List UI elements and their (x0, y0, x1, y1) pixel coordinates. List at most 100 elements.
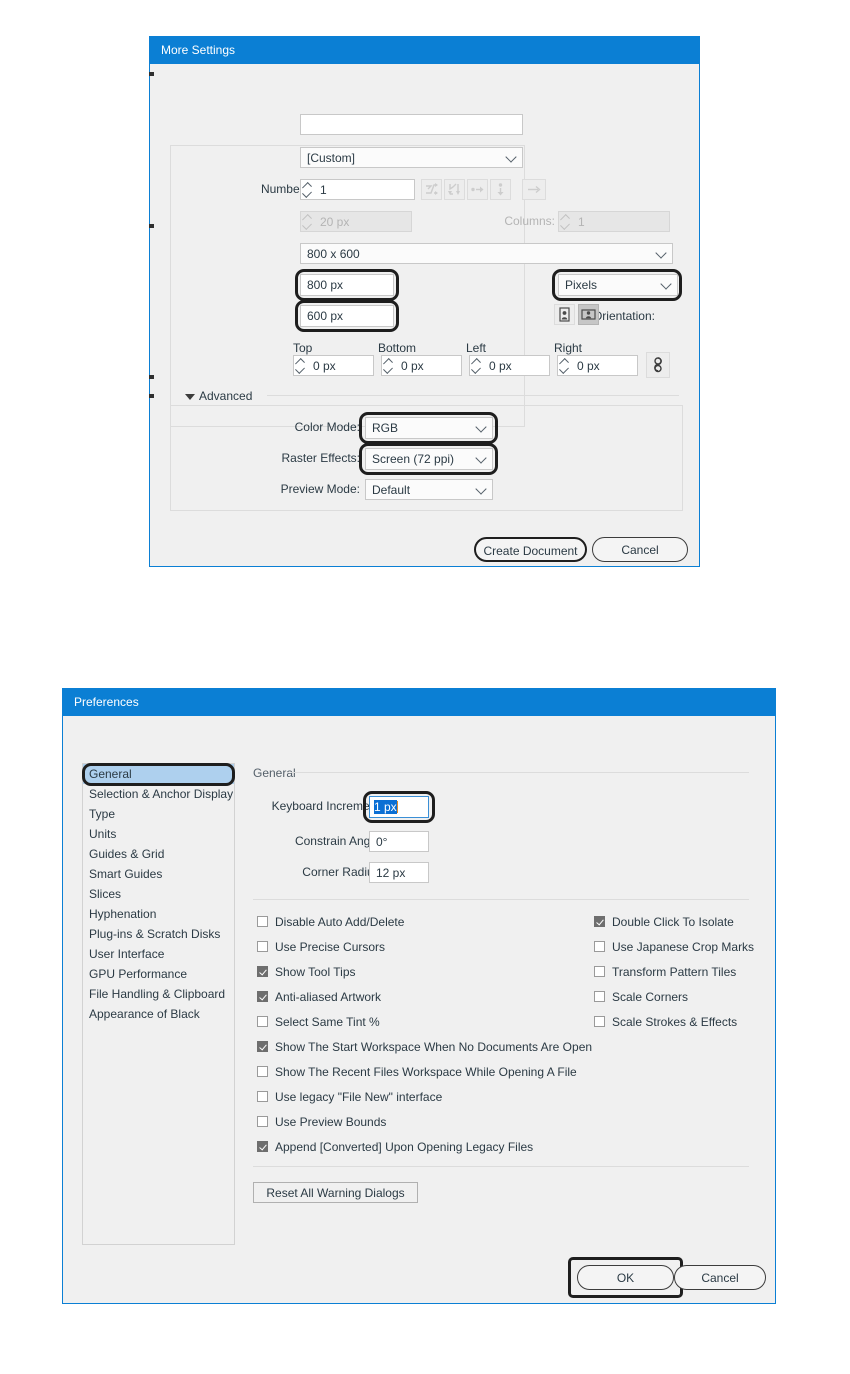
chevron-down-icon (475, 482, 487, 495)
bleed-bottom-stepper[interactable] (382, 355, 395, 377)
columns-stepper (559, 211, 572, 233)
reset-all-warning-dialogs-button[interactable]: Reset All Warning Dialogs (253, 1182, 418, 1203)
sidebar-item-hyphenation[interactable]: Hyphenation (83, 904, 234, 924)
sidebar-item-slices[interactable]: Slices (83, 884, 234, 904)
arrow-right-dot-glyph (471, 186, 484, 193)
edge-artifact (149, 224, 154, 228)
checkbox-unchecked-icon[interactable] (257, 1066, 268, 1077)
bleed-top-stepper[interactable] (294, 355, 307, 377)
preferences-cancel-button[interactable]: Cancel (674, 1265, 766, 1290)
section-divider-bottom (253, 1166, 749, 1167)
checkbox-checked-icon[interactable] (257, 1141, 268, 1152)
preferences-title: Preferences (74, 695, 139, 709)
checkbox-checked-icon[interactable] (257, 1041, 268, 1052)
grid-columns-glyph (448, 183, 460, 195)
checkbox-row[interactable]: Show The Start Workspace When No Documen… (257, 1040, 592, 1054)
checkbox-unchecked-icon[interactable] (594, 966, 605, 977)
checkbox-row[interactable]: Show Tool Tips (257, 965, 356, 979)
checkbox-row[interactable]: Show The Recent Files Workspace While Op… (257, 1065, 577, 1079)
checkbox-unchecked-icon[interactable] (594, 941, 605, 952)
section-divider-top (253, 899, 749, 900)
ok-button[interactable]: OK (577, 1265, 674, 1290)
checkbox-label: Disable Auto Add/Delete (275, 915, 405, 929)
chevron-down-icon (505, 150, 517, 163)
checkbox-label: Use legacy "File New" interface (275, 1090, 443, 1104)
create-document-button[interactable]: Create Document (474, 537, 587, 562)
checkbox-row[interactable]: Scale Corners (594, 990, 688, 1004)
disclosure-triangle-icon[interactable] (185, 394, 195, 400)
artboards-stepper[interactable] (301, 179, 314, 201)
preferences-body: General Selection & Anchor Display Type Uni… (63, 716, 775, 1304)
raster-effects-select[interactable]: Screen (72 ppi) (365, 448, 493, 470)
cancel-button[interactable]: Cancel (592, 537, 688, 562)
checkbox-label: Scale Corners (612, 990, 689, 1004)
color-mode-label: Color Mode: (294, 420, 360, 434)
corner-radius-input[interactable]: 12 px (369, 862, 429, 883)
checkbox-unchecked-icon[interactable] (257, 1116, 268, 1127)
checkbox-label: Use Preview Bounds (275, 1115, 387, 1129)
checkbox-row[interactable]: Double Click To Isolate (594, 915, 734, 929)
arrange-by-row-icon[interactable] (467, 179, 488, 200)
bleed-left-stepper[interactable] (470, 355, 483, 377)
height-input[interactable]: 600 px (300, 305, 394, 327)
preferences-dialog: Preferences General Selection & Anchor Di… (62, 688, 776, 1304)
sidebar-item-user-interface[interactable]: User Interface (83, 944, 234, 964)
preview-mode-label: Preview Mode: (280, 482, 360, 496)
number-of-artboards-input[interactable]: 1 (300, 179, 415, 200)
sidebar-item-gpu-performance[interactable]: GPU Performance (83, 964, 234, 984)
checkbox-row[interactable]: Scale Strokes & Effects (594, 1015, 737, 1029)
checkbox-label: Anti-aliased Artwork (275, 990, 382, 1004)
bleed-right-stepper[interactable] (558, 355, 571, 377)
keyboard-increment-input[interactable]: 1 px (369, 796, 429, 818)
color-mode-select[interactable]: RGB (365, 417, 493, 439)
checkbox-row[interactable]: Append [Converted] Upon Opening Legacy F… (257, 1140, 533, 1154)
checkbox-unchecked-icon[interactable] (257, 941, 268, 952)
checkbox-row[interactable]: Disable Auto Add/Delete (257, 915, 404, 929)
preferences-titlebar: Preferences (63, 689, 775, 716)
checkbox-row[interactable]: Use Preview Bounds (257, 1115, 386, 1129)
checkbox-row[interactable]: Use legacy "File New" interface (257, 1090, 442, 1104)
sidebar-item-file-handling-clipboard[interactable]: File Handling & Clipboard (83, 984, 234, 1004)
checkbox-checked-icon[interactable] (257, 966, 268, 977)
profile-select[interactable]: [Custom] (300, 147, 523, 168)
width-input[interactable]: 800 px (300, 274, 394, 296)
arrange-by-column-icon[interactable] (490, 179, 511, 200)
sidebar-item-general[interactable]: General (83, 764, 234, 784)
units-select[interactable]: Pixels (558, 274, 678, 296)
name-input[interactable] (300, 114, 523, 135)
artboard-grid-rows-icon[interactable] (421, 179, 442, 200)
sidebar-item-appearance-of-black[interactable]: Appearance of Black (83, 1004, 234, 1024)
checkbox-row[interactable]: Select Same Tint % (257, 1015, 380, 1029)
checkbox-checked-icon[interactable] (257, 991, 268, 1002)
checkbox-row[interactable]: Anti-aliased Artwork (257, 990, 381, 1004)
checkbox-row[interactable]: Use Precise Cursors (257, 940, 385, 954)
checkbox-label: Show The Recent Files Workspace While Op… (275, 1065, 577, 1079)
checkbox-row[interactable]: Transform Pattern Tiles (594, 965, 736, 979)
checkbox-checked-icon[interactable] (594, 916, 605, 927)
checkbox-unchecked-icon[interactable] (257, 1016, 268, 1027)
checkbox-unchecked-icon[interactable] (257, 916, 268, 927)
checkbox-label: Append [Converted] Upon Opening Legacy F… (275, 1140, 534, 1154)
landscape-glyph (581, 309, 596, 320)
arrange-direction-icon[interactable] (522, 179, 546, 200)
artboard-grid-columns-icon[interactable] (444, 179, 465, 200)
more-settings-titlebar: More Settings (150, 37, 699, 64)
edge-artifact (149, 375, 154, 379)
checkbox-unchecked-icon[interactable] (594, 991, 605, 1002)
panel-title-divider (291, 772, 749, 773)
preview-mode-select[interactable]: Default (365, 479, 493, 500)
checkbox-unchecked-icon[interactable] (594, 1016, 605, 1027)
bleed-link-icon[interactable] (646, 352, 670, 378)
checkbox-label: Double Click To Isolate (612, 915, 734, 929)
checkbox-row[interactable]: Use Japanese Crop Marks (594, 940, 754, 954)
orientation-portrait-icon[interactable] (554, 304, 575, 325)
advanced-divider (267, 395, 679, 396)
checkbox-unchecked-icon[interactable] (257, 1091, 268, 1102)
constrain-angle-input[interactable]: 0° (369, 831, 429, 852)
size-select[interactable]: 800 x 600 (300, 243, 673, 264)
preview-mode-value: Default (372, 483, 411, 497)
orientation-landscape-icon[interactable] (578, 304, 599, 325)
grid-rows-glyph (426, 183, 438, 195)
sidebar-item-plug-ins-scratch-disks[interactable]: Plug-ins & Scratch Disks (83, 924, 234, 944)
columns-label: Columns: (504, 214, 555, 228)
